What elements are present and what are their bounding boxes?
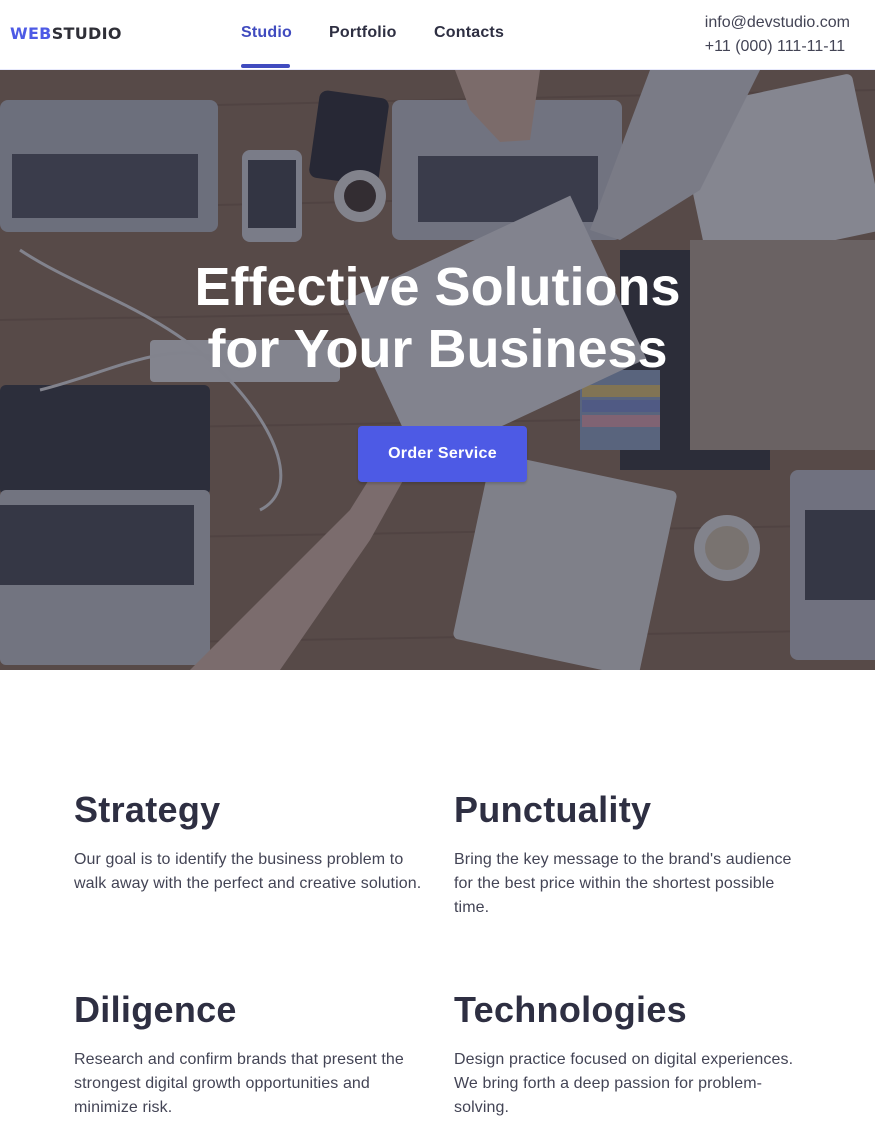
feature-text: Design practice focused on digital exper…	[454, 1051, 794, 1116]
feature-card-diligence: Diligence Research and confirm brands th…	[74, 990, 424, 1120]
logo-rest: STUDIO	[51, 24, 122, 43]
site-header: WEBSTUDIO Studio Portfolio Contacts info…	[0, 0, 875, 70]
feature-title: Diligence	[74, 989, 237, 1030]
phone-link[interactable]: +11 (000) 111-11-11	[705, 35, 850, 59]
hero-title: Effective Solutions for Your Business	[0, 256, 875, 380]
hero-title-line-1: Effective Solutions	[194, 257, 681, 317]
header-contacts: info@devstudio.com +11 (000) 111-11-11	[705, 11, 850, 59]
hero-title-line-2: for Your Business	[207, 319, 668, 379]
feature-card-punctuality: Punctuality Bring the key message to the…	[454, 790, 804, 920]
feature-title: Strategy	[74, 789, 221, 830]
feature-text: Research and confirm brands that present…	[74, 1051, 404, 1116]
hero-section: Effective Solutions for Your Business Or…	[0, 70, 875, 670]
logo-link[interactable]: WEBSTUDIO	[10, 24, 122, 43]
feature-text: Our goal is to identify the business pro…	[74, 851, 422, 892]
feature-card-strategy: Strategy Our goal is to identify the bus…	[74, 790, 424, 896]
feature-card-technologies: Technologies Design practice focused on …	[454, 990, 804, 1120]
feature-title: Technologies	[454, 989, 687, 1030]
logo-accent: WEB	[10, 24, 52, 43]
nav-link-studio[interactable]: Studio	[241, 24, 292, 42]
feature-text: Bring the key message to the brand's aud…	[454, 851, 792, 916]
email-link[interactable]: info@devstudio.com	[705, 11, 850, 35]
features-section: Strategy Our goal is to identify the bus…	[0, 670, 875, 1142]
order-service-button[interactable]: Order Service	[358, 426, 527, 482]
nav-link-portfolio[interactable]: Portfolio	[329, 24, 397, 42]
feature-title: Punctuality	[454, 789, 652, 830]
nav-link-contacts[interactable]: Contacts	[434, 24, 504, 42]
nav-active-indicator	[241, 64, 290, 68]
